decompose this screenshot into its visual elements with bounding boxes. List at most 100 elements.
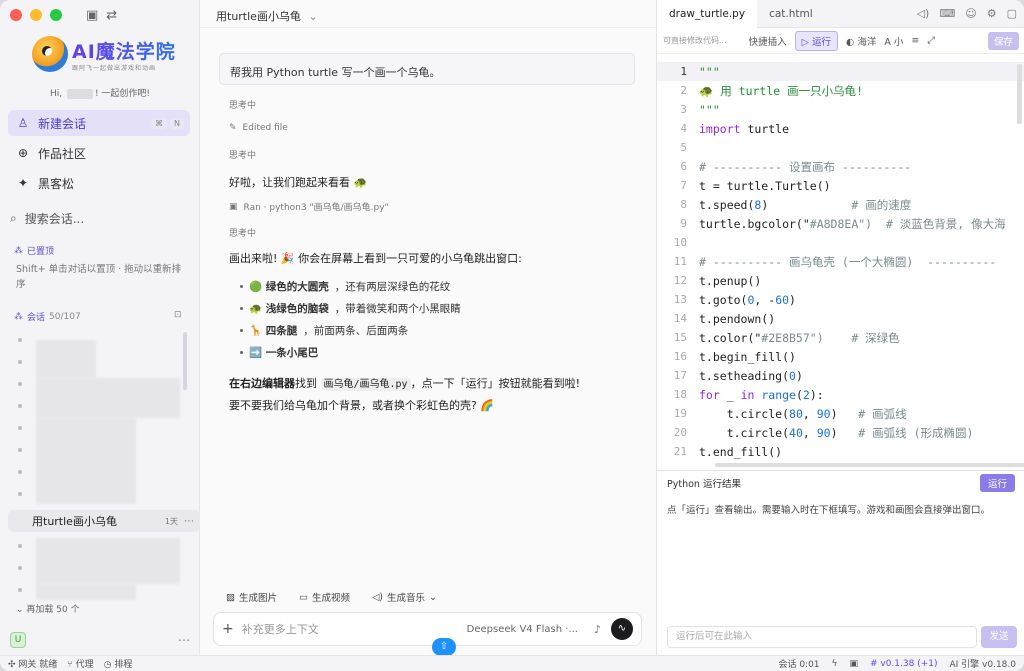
gear-icon[interactable]: ⚙ bbox=[987, 7, 997, 20]
list-item[interactable] bbox=[18, 426, 22, 430]
speaker-icon[interactable]: ◁) bbox=[917, 7, 930, 20]
search-placeholder: 搜索会话... bbox=[24, 212, 85, 226]
close-window-button[interactable] bbox=[10, 9, 22, 21]
microphone-icon[interactable]: ♪ bbox=[594, 623, 601, 636]
maximize-window-button[interactable] bbox=[50, 9, 62, 21]
user-icon[interactable]: ☺ bbox=[965, 7, 976, 20]
version-badge[interactable]: # v0.1.38 (+1) bbox=[870, 659, 938, 669]
edited-file-row[interactable]: ✎ Edited file bbox=[229, 123, 288, 133]
active-conversation-item[interactable]: 用turtle画小乌龟 1天 ⋯ bbox=[8, 510, 200, 532]
thinking-label[interactable]: 思考中 bbox=[229, 226, 256, 239]
code-line[interactable]: 7 t = turtle.Turtle() bbox=[657, 176, 1024, 195]
conversation-search[interactable]: ⌕ 搜索会话... bbox=[10, 210, 84, 227]
code-line[interactable]: 18 for _ in range(2): bbox=[657, 385, 1024, 404]
code-line[interactable]: 19 t.circle(80, 90) # 画弧线 bbox=[657, 404, 1024, 423]
scroll-up-button[interactable]: ⇧ bbox=[432, 638, 456, 656]
archive-icon[interactable]: ⊡ bbox=[174, 310, 182, 320]
minimize-window-button[interactable] bbox=[30, 9, 42, 21]
media-icon[interactable]: ▣ bbox=[849, 659, 858, 669]
message-text: ，点一下「运行」按钮就能看到啦! bbox=[410, 377, 581, 390]
keyboard-icon[interactable]: ⌨ bbox=[939, 7, 955, 20]
save-button[interactable]: 保存 bbox=[987, 31, 1019, 50]
code-line[interactable]: 14 t.pendown() bbox=[657, 309, 1024, 328]
code-line[interactable]: 11 # ---------- 画乌龟壳 (一个大椭圆) ---------- bbox=[657, 252, 1024, 271]
code-text: t.circle(80, 90) # 画弧线 bbox=[699, 406, 907, 421]
vertical-scrollbar[interactable] bbox=[1017, 64, 1022, 124]
chat-title[interactable]: 用turtle画小乌龟 ⌄ bbox=[216, 8, 318, 24]
window-icon[interactable]: ▢ bbox=[1007, 7, 1017, 20]
list-item[interactable] bbox=[18, 360, 22, 364]
model-label: Deepseek V4 Flash ·... bbox=[466, 623, 578, 635]
bolt-icon[interactable]: ϟ bbox=[832, 659, 838, 669]
tab-cat-html[interactable]: cat.html bbox=[757, 0, 825, 28]
proxy-status[interactable]: ⑂ 代理 bbox=[67, 657, 93, 670]
stdin-send-button[interactable]: 发送 bbox=[981, 626, 1017, 648]
thinking-label[interactable]: 思考中 bbox=[229, 98, 256, 111]
avatar[interactable]: U bbox=[10, 632, 26, 648]
add-icon[interactable]: + bbox=[222, 621, 234, 637]
thinking-label[interactable]: 思考中 bbox=[229, 148, 256, 161]
schedule-status[interactable]: ◷ 排程 bbox=[104, 657, 133, 670]
gateway-status[interactable]: ✣ 网关 就绪 bbox=[8, 657, 57, 670]
list-item[interactable] bbox=[18, 588, 22, 592]
community-nav-item[interactable]: ⊕ 作品社区 bbox=[8, 140, 190, 166]
code-line[interactable]: 15 t.color("#2E8B57") # 深绿色 bbox=[657, 328, 1024, 347]
send-button[interactable]: ∿ bbox=[611, 618, 633, 640]
font-size-selector[interactable]: A 小 bbox=[884, 34, 903, 48]
model-selector[interactable]: Deepseek V4 Flash ·... bbox=[467, 624, 578, 635]
sidebar-toggle-icon[interactable]: ▣ bbox=[86, 8, 98, 23]
output-run-button[interactable]: 运行 bbox=[979, 473, 1015, 492]
more-icon[interactable]: ⋯ bbox=[184, 516, 194, 527]
code-line[interactable]: 17 t.setheading(0) bbox=[657, 366, 1024, 385]
list-item[interactable] bbox=[18, 492, 22, 496]
horizontal-scrollbar[interactable] bbox=[715, 463, 1024, 467]
generation-tools: ▨ 生成图片 ▭ 生成视频 ◁) 生成音乐 ⌄ bbox=[226, 590, 437, 605]
swap-icon[interactable]: ⇄ bbox=[106, 8, 117, 23]
load-more-button[interactable]: ⌄ 再加载 50 个 bbox=[16, 602, 80, 615]
conversations-count: 50/107 bbox=[49, 311, 81, 322]
generate-video-button[interactable]: ▭ 生成视频 bbox=[299, 590, 350, 605]
list-item[interactable] bbox=[18, 338, 22, 342]
sidebar-scrollbar[interactable] bbox=[183, 332, 187, 390]
quick-insert-button[interactable]: 快捷插入 bbox=[749, 34, 787, 48]
palette-icon: ◐ bbox=[845, 36, 855, 48]
code-line[interactable]: 21 t.end_fill() bbox=[657, 442, 1024, 461]
code-line[interactable]: 20 t.circle(40, 90) # 画弧线 (形成椭圆) bbox=[657, 423, 1024, 442]
code-line[interactable]: 2 🐢 用 turtle 画一只小乌龟! bbox=[657, 81, 1024, 100]
list-item[interactable] bbox=[18, 470, 22, 474]
run-button[interactable]: ▷ 运行 bbox=[794, 30, 838, 51]
code-line[interactable]: 1 """ bbox=[657, 62, 1024, 81]
status-right: 会话 0:01 ϟ ▣ # v0.1.38 (+1) AI 引擎 v0.18.0 bbox=[778, 657, 1016, 671]
code-line[interactable]: 13 t.goto(0, -60) bbox=[657, 290, 1024, 309]
code-text: t.goto(0, -60) bbox=[699, 292, 796, 307]
code-area[interactable]: 1 """ 2 🐢 用 turtle 画一只小乌龟! 3 """ 4 import turtl… bbox=[657, 62, 1024, 462]
code-line[interactable]: 6 # ---------- 设置画布 ---------- bbox=[657, 157, 1024, 176]
code-line[interactable]: 12 t.penup() bbox=[657, 271, 1024, 290]
code-line[interactable]: 10 bbox=[657, 233, 1024, 252]
theme-selector[interactable]: ◐ 海洋 bbox=[846, 34, 876, 48]
code-line[interactable]: 4 import turtle bbox=[657, 119, 1024, 138]
list-item[interactable] bbox=[18, 566, 22, 570]
fullscreen-icon[interactable]: ⤢ bbox=[927, 35, 935, 46]
new-chat-button[interactable]: ♙ 新建会话 ⌘ N bbox=[8, 110, 190, 136]
more-icon[interactable]: ⋯ bbox=[178, 633, 190, 647]
ran-command-row[interactable]: ▣ Ran · python3 "画乌龟/画乌龟.py" bbox=[229, 200, 389, 214]
code-text: turtle.bgcolor("#A8D8EA") # 淡蓝色背景, 像大海 bbox=[699, 216, 1006, 231]
code-line[interactable]: 5 bbox=[657, 138, 1024, 157]
user-message: 帮我用 Python turtle 写一个画一个乌龟。 bbox=[219, 53, 635, 85]
code-line[interactable]: 9 turtle.bgcolor("#A8D8EA") # 淡蓝色背景, 像大海 bbox=[657, 214, 1024, 233]
list-item[interactable] bbox=[18, 404, 22, 408]
code-line[interactable]: 16 t.begin_fill() bbox=[657, 347, 1024, 366]
stdin-input[interactable]: 运行后可在此输入 bbox=[667, 626, 977, 648]
hackathon-nav-item[interactable]: ✦ 黑客松 bbox=[8, 170, 190, 196]
chat-input[interactable]: + 补充更多上下文 Deepseek V4 Flash ·... ♪ ∿ bbox=[213, 612, 642, 646]
code-line[interactable]: 3 """ bbox=[657, 100, 1024, 119]
list-item[interactable] bbox=[18, 448, 22, 452]
tab-draw-turtle[interactable]: draw_turtle.py bbox=[657, 0, 758, 28]
list-item[interactable] bbox=[18, 544, 22, 548]
list-item[interactable] bbox=[18, 382, 22, 386]
generate-image-button[interactable]: ▨ 生成图片 bbox=[226, 590, 277, 605]
generate-music-button[interactable]: ◁) 生成音乐 ⌄ bbox=[372, 590, 437, 605]
code-line[interactable]: 8 t.speed(8) # 画的速度 bbox=[657, 195, 1024, 214]
format-icon[interactable]: ≡ bbox=[911, 35, 919, 46]
